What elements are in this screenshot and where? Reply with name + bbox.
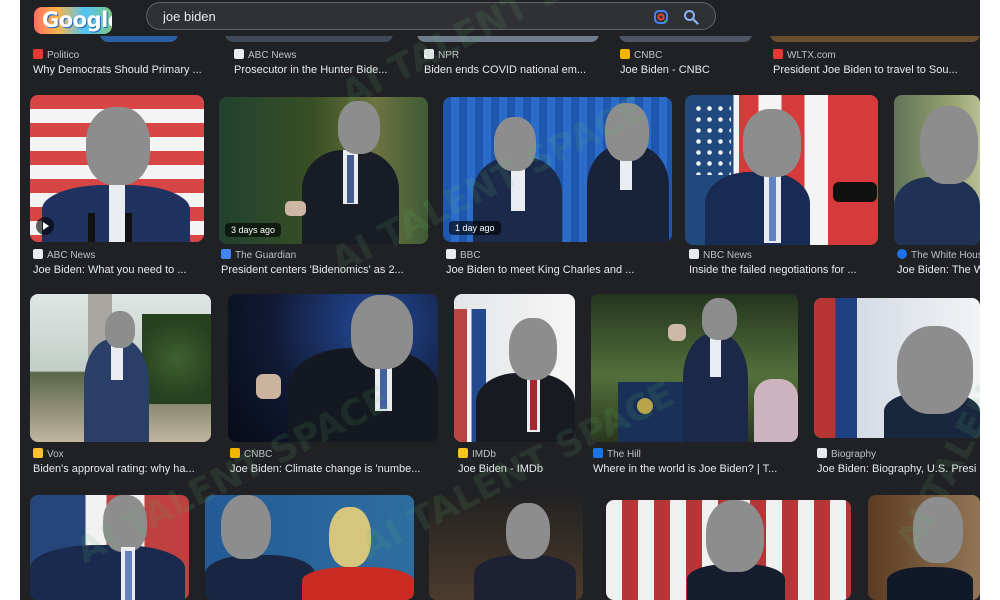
search-bar[interactable] [146, 2, 716, 30]
time-badge: 3 days ago [225, 223, 282, 237]
source-favicon-icon [424, 49, 434, 59]
source-favicon-icon [689, 249, 699, 259]
google-doodle-logo[interactable]: Google [34, 7, 112, 34]
source-favicon-icon [458, 448, 468, 458]
result-image-imdb[interactable] [454, 294, 575, 442]
source-name: The Hill [607, 449, 641, 460]
video-play-icon [36, 217, 54, 235]
result-title[interactable]: Joe Biden - IMDb [458, 463, 578, 478]
source-name: The Guardian [235, 250, 297, 261]
result-image-row3-4[interactable] [606, 500, 851, 600]
result-title[interactable]: Why Democrats Should Primary ... [33, 64, 215, 79]
source-favicon-icon [33, 448, 43, 458]
source-favicon-icon [593, 448, 603, 458]
result-title[interactable]: Joe Biden to meet King Charles and ... [446, 264, 651, 279]
result-source[interactable]: WLTX.com [773, 49, 973, 61]
result-image-cnbc[interactable] [228, 294, 438, 442]
result-source[interactable]: Vox [33, 448, 213, 460]
result-image-abc[interactable] [30, 95, 204, 242]
result-image-row3-5[interactable] [868, 495, 980, 600]
result-source[interactable]: The Guardian [221, 249, 421, 261]
search-input[interactable] [163, 7, 623, 26]
result-title[interactable]: Joe Biden: Biography, U.S. Presi [817, 463, 980, 478]
source-favicon-icon [897, 249, 907, 259]
source-favicon-icon [221, 249, 231, 259]
result-title[interactable]: Joe Biden: The W [897, 264, 980, 279]
source-name: IMDb [472, 449, 496, 460]
result-source[interactable]: Biography [817, 448, 980, 460]
time-badge: 1 day ago [449, 221, 501, 235]
result-title[interactable]: Joe Biden: Climate change is 'numbe... [230, 463, 438, 478]
source-name: CNBC [244, 449, 273, 460]
result-source[interactable]: CNBC [620, 49, 750, 61]
source-favicon-icon [33, 249, 43, 259]
result-title[interactable]: Biden ends COVID national em... [424, 64, 600, 79]
source-name: BBC [460, 250, 481, 261]
result-source[interactable]: The Hill [593, 448, 798, 460]
source-name: NPR [438, 50, 460, 61]
result-source[interactable]: The White House [897, 249, 980, 261]
result-image-bbc[interactable]: 1 day ago [443, 97, 672, 242]
result-image-row3-1[interactable] [30, 495, 189, 600]
search-header: Google [20, 0, 980, 36]
result-title[interactable]: President centers 'Bidenomics' as 2... [221, 264, 428, 279]
source-favicon-icon [33, 49, 43, 59]
source-name: ABC News [248, 50, 297, 61]
result-title[interactable]: Joe Biden: What you need to ... [33, 264, 203, 279]
source-name: NBC News [703, 250, 752, 261]
result-image-vox[interactable] [30, 294, 211, 442]
result-source[interactable]: Politico [33, 49, 213, 61]
source-favicon-icon [817, 448, 827, 458]
result-title[interactable]: Prosecutor in the Hunter Bide... [234, 64, 416, 79]
result-title[interactable]: Where in the world is Joe Biden? | T... [593, 463, 798, 478]
source-favicon-icon [230, 448, 240, 458]
image-results-grid: Politico Why Democrats Should Primary ..… [20, 0, 980, 600]
logo-text: Google [42, 8, 112, 32]
result-source[interactable]: BBC [446, 249, 646, 261]
result-source[interactable]: NBC News [689, 249, 869, 261]
result-image-row3-2[interactable] [205, 495, 414, 600]
source-name: Vox [47, 449, 64, 460]
source-name: The White House [911, 250, 980, 261]
source-name: Politico [47, 50, 80, 61]
result-title[interactable]: Joe Biden - CNBC [620, 64, 750, 79]
result-image-hill[interactable] [591, 294, 798, 442]
google-lens-icon[interactable] [653, 9, 669, 25]
result-source[interactable]: CNBC [230, 448, 438, 460]
image-search-results-page: Politico Why Democrats Should Primary ..… [20, 0, 980, 600]
source-favicon-icon [446, 249, 456, 259]
result-image-whitehouse[interactable] [894, 95, 980, 245]
source-name: WLTX.com [787, 50, 836, 61]
source-favicon-icon [234, 49, 244, 59]
search-icon[interactable] [683, 9, 699, 25]
result-title[interactable]: Biden's approval rating: why ha... [33, 463, 213, 478]
result-source[interactable]: IMDb [458, 448, 578, 460]
result-source[interactable]: ABC News [234, 49, 414, 61]
result-title[interactable]: Inside the failed negotiations for ... [689, 264, 876, 279]
result-source[interactable]: ABC News [33, 249, 203, 261]
result-title[interactable]: President Joe Biden to travel to Sou... [773, 64, 973, 79]
result-image-nbc[interactable] [685, 95, 878, 245]
source-name: CNBC [634, 50, 663, 61]
source-name: Biography [831, 449, 877, 460]
result-source[interactable]: NPR [424, 49, 604, 61]
source-name: ABC News [47, 250, 96, 261]
result-image-row3-3[interactable] [429, 495, 583, 600]
source-favicon-icon [620, 49, 630, 59]
result-image-biography[interactable] [814, 298, 980, 438]
result-image-guardian[interactable]: 3 days ago [219, 97, 428, 244]
source-favicon-icon [773, 49, 783, 59]
